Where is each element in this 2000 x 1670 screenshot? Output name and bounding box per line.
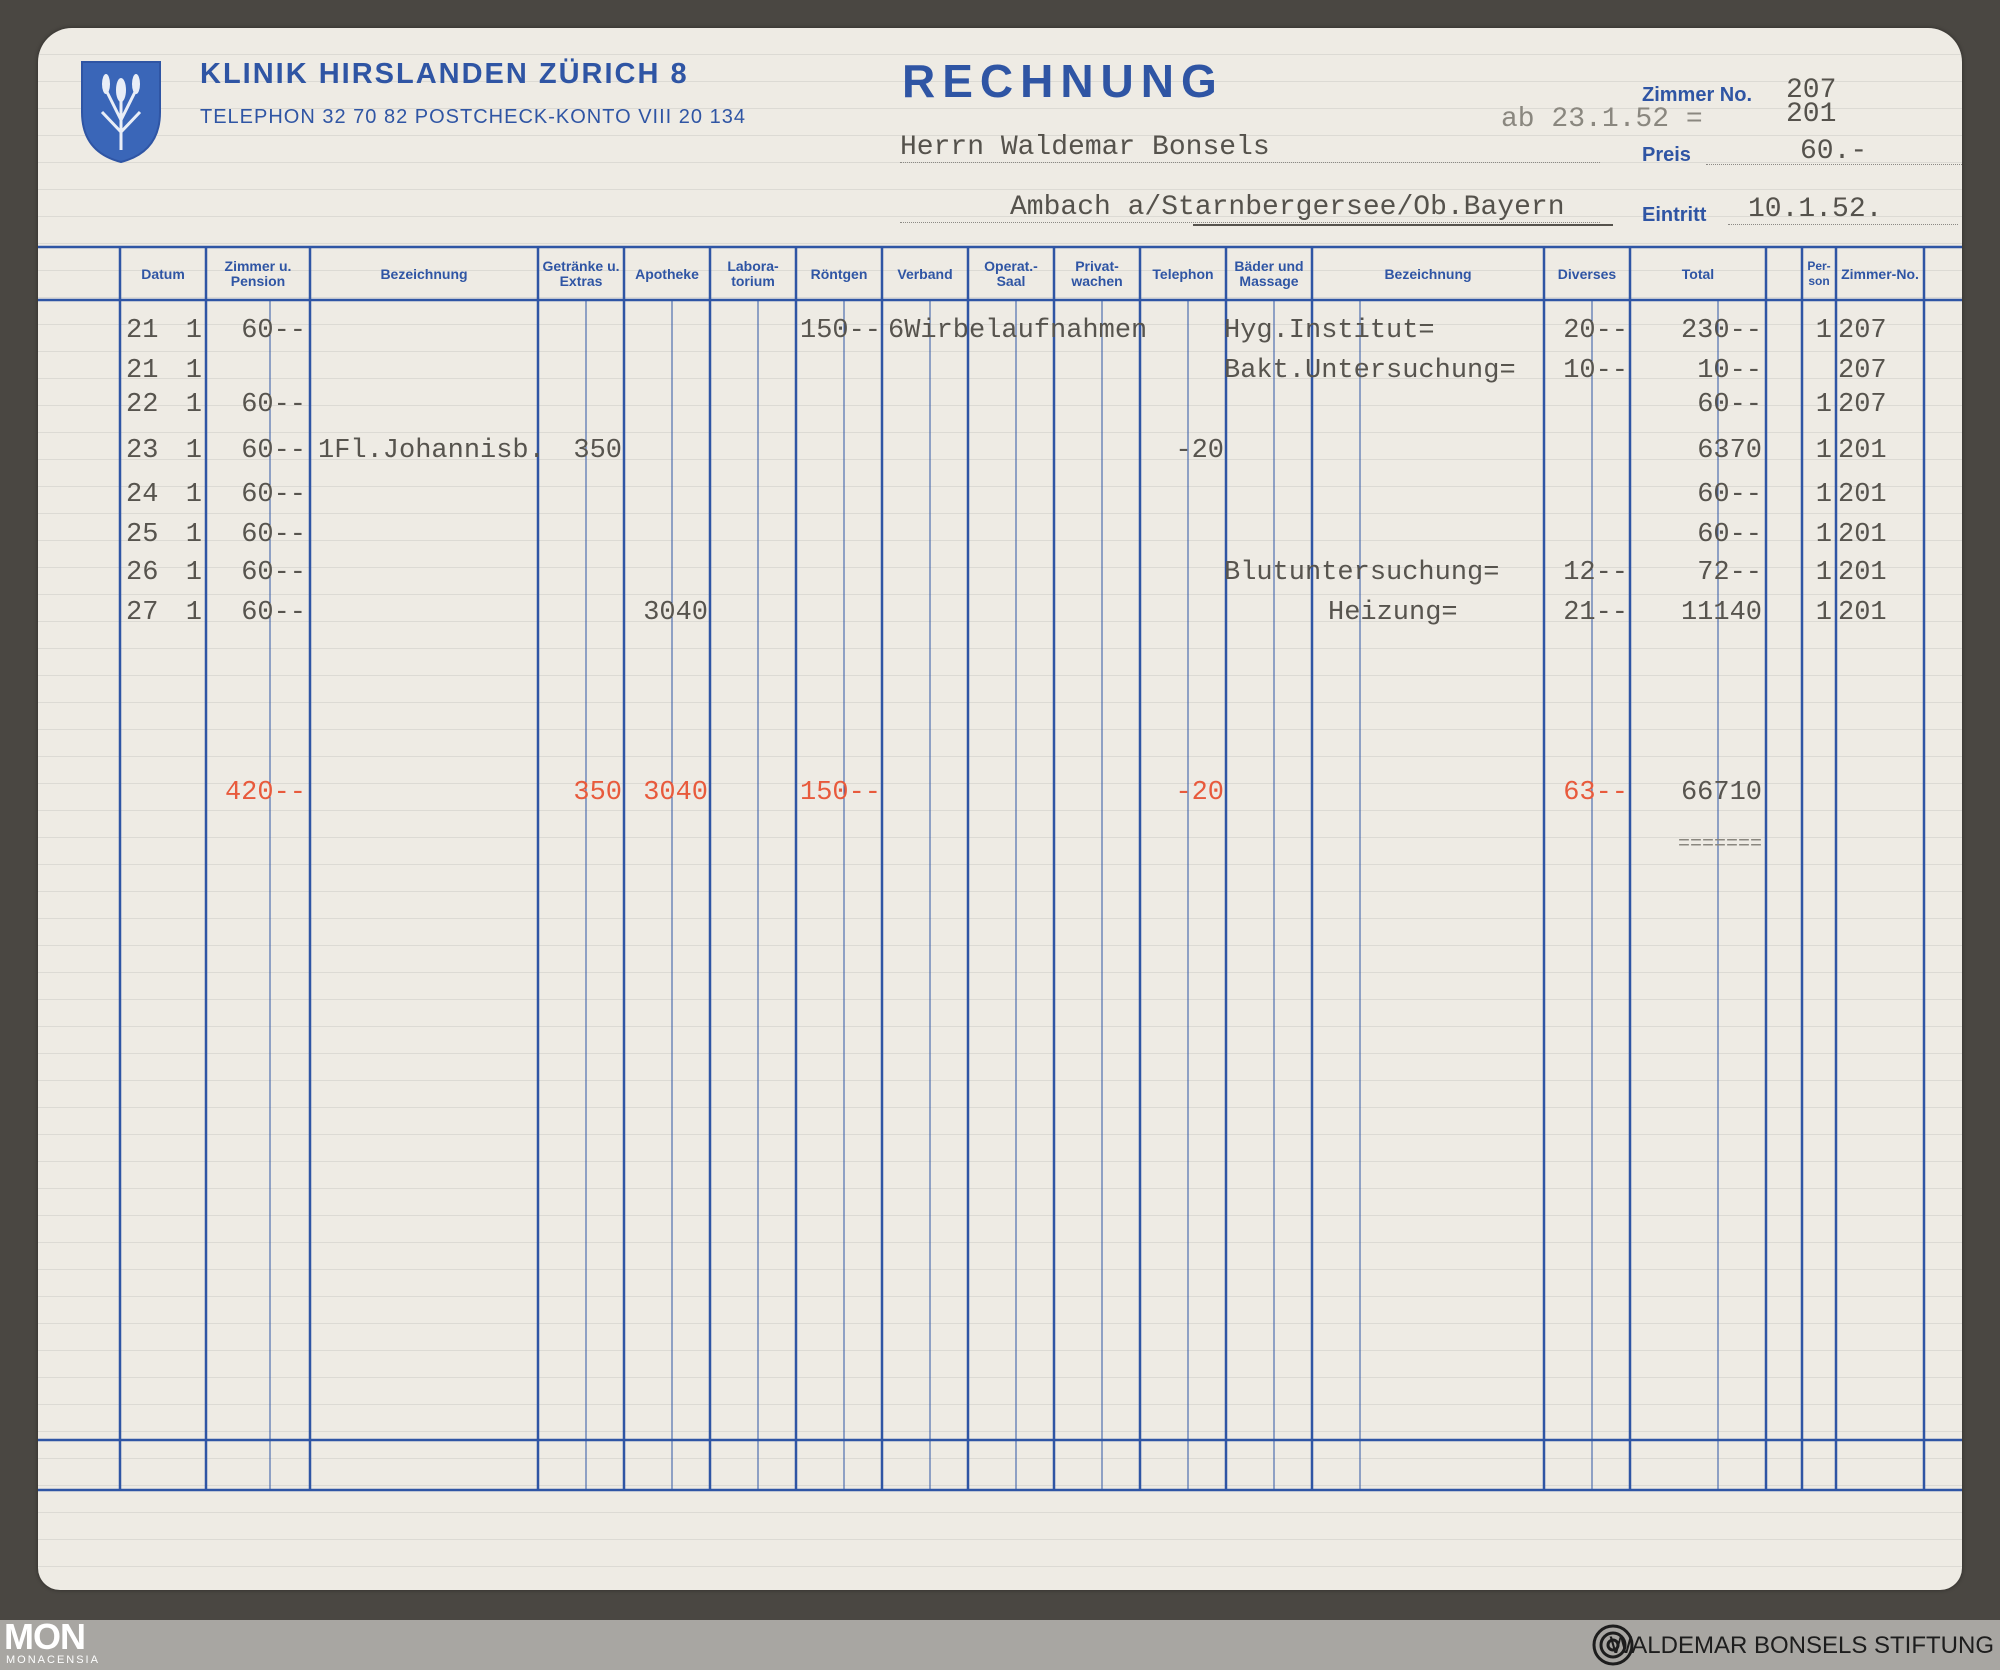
cell-day: 27 xyxy=(126,598,159,628)
cell-zimmer-no: 207 xyxy=(1838,390,1887,420)
col-header-verband: Verband xyxy=(897,265,953,282)
col-header-zimmer-pension: Zimmer u. Pension xyxy=(224,258,292,289)
monacensia-logo: MON xyxy=(4,1616,86,1657)
cell-person: 1 xyxy=(1815,520,1832,550)
cell-pension: 60-- xyxy=(241,480,306,510)
col-header-bezeichnung-2: Bezeichnung xyxy=(1384,265,1472,282)
col-header-laboratorium: Labora-torium xyxy=(727,258,779,289)
cell-diverses: 12-- xyxy=(1563,558,1628,588)
cell-month: 1 xyxy=(185,520,202,550)
col-header-baeder-massage: Bäder und Massage xyxy=(1234,258,1304,289)
cell-roentgen-note: 6Wirbelaufnahmen xyxy=(888,316,1148,346)
cell-pension: 60-- xyxy=(241,598,306,628)
cell-roentgen: 150-- xyxy=(800,316,882,346)
cell-person: 1 xyxy=(1815,316,1832,346)
col-header-person: Per-son xyxy=(1807,259,1831,288)
cell-month: 1 xyxy=(185,316,202,346)
cell-pension: 60-- xyxy=(241,520,306,550)
col-header-diverses: Diverses xyxy=(1557,265,1617,282)
cell-month: 1 xyxy=(185,598,202,628)
cell-diverses: 21-- xyxy=(1563,598,1628,628)
cell-day: 21 xyxy=(126,316,159,346)
cell-pension: 60-- xyxy=(241,558,306,588)
cell-day: 21 xyxy=(126,356,159,386)
cell-zimmer-no: 207 xyxy=(1838,316,1887,346)
total-getraenke: 350 xyxy=(573,778,622,808)
cell-zimmer-no: 201 xyxy=(1838,558,1887,588)
cell-total: 72-- xyxy=(1697,558,1762,588)
cell-bezeichnung-2: Hyg.Institut= xyxy=(1224,316,1435,346)
cell-day: 26 xyxy=(126,558,159,588)
total-diverses: 63-- xyxy=(1563,778,1628,808)
cell-zimmer-no: 201 xyxy=(1838,480,1887,510)
monacensia-logo-sub: MONACENSIA xyxy=(6,1654,100,1666)
total-apotheke: 3040 xyxy=(643,778,708,808)
cell-zimmer-no: 207 xyxy=(1838,356,1887,386)
cell-month: 1 xyxy=(185,558,202,588)
total-roentgen: 150-- xyxy=(800,778,882,808)
cell-person: 1 xyxy=(1815,436,1832,466)
cell-total: 10-- xyxy=(1697,356,1762,386)
cell-total: 60-- xyxy=(1697,520,1762,550)
cell-bezeichnung-1: 1Fl.Johannisb. xyxy=(318,436,545,466)
col-header-privatwachen: Privat-wachen xyxy=(1071,258,1123,289)
col-header-bezeichnung-1: Bezeichnung xyxy=(380,265,468,282)
total-double-underline: ======= xyxy=(1677,833,1762,856)
cell-apotheke: 3040 xyxy=(643,598,708,628)
cell-person: 1 xyxy=(1815,390,1832,420)
cell-person: 1 xyxy=(1815,598,1832,628)
cell-total: 60-- xyxy=(1697,390,1762,420)
cell-telephon: -20 xyxy=(1175,436,1224,466)
col-header-telephon: Telephon xyxy=(1152,265,1214,282)
cell-person: 1 xyxy=(1815,558,1832,588)
cell-person: 1 xyxy=(1815,480,1832,510)
cell-diverses: 10-- xyxy=(1563,356,1628,386)
cell-total: 6370 xyxy=(1697,436,1762,466)
col-header-apotheke: Apotheke xyxy=(635,265,699,282)
col-header-total: Total xyxy=(1681,265,1715,282)
cell-total: 11140 xyxy=(1680,598,1762,628)
cell-total: 230-- xyxy=(1680,316,1762,346)
col-header-getraenke: Getränke u. Extras xyxy=(542,258,620,289)
total-telephon: -20 xyxy=(1175,778,1224,808)
cell-month: 1 xyxy=(185,356,202,386)
cell-day: 24 xyxy=(126,480,159,510)
cell-bezeichnung-2: Heizung= xyxy=(1328,598,1458,628)
cell-zimmer-no: 201 xyxy=(1838,520,1887,550)
cell-pension: 60-- xyxy=(241,436,306,466)
foundation-name: WALDEMAR BONSELS STIFTUNG xyxy=(1609,1632,1995,1659)
cell-month: 1 xyxy=(185,436,202,466)
total-amount: 66710 xyxy=(1680,778,1762,808)
cell-day: 23 xyxy=(126,436,159,466)
cell-total: 60-- xyxy=(1697,480,1762,510)
cell-bezeichnung-2: Bakt.Untersuchung= xyxy=(1224,356,1516,386)
cell-pension: 60-- xyxy=(241,390,306,420)
cell-zimmer-no: 201 xyxy=(1838,436,1887,466)
cell-month: 1 xyxy=(185,390,202,420)
cell-day: 25 xyxy=(126,520,159,550)
cell-pension: 60-- xyxy=(241,316,306,346)
cell-month: 1 xyxy=(185,480,202,510)
cell-bezeichnung-2: Blutuntersuchung= xyxy=(1224,558,1500,588)
total-pension: 420-- xyxy=(224,778,306,808)
cell-day: 22 xyxy=(126,390,159,420)
cell-getraenke: 350 xyxy=(573,436,622,466)
col-header-datum: Datum xyxy=(141,265,185,282)
col-header-zimmer-no: Zimmer-No. xyxy=(1841,265,1919,282)
cell-zimmer-no: 201 xyxy=(1838,598,1887,628)
col-header-roentgen: Röntgen xyxy=(810,265,868,282)
col-header-operat-saal: Operat.- Saal xyxy=(984,258,1038,289)
invoice-paper: KLINIK HIRSLANDEN ZÜRICH 8 TELEPHON 32 7… xyxy=(38,28,1962,1590)
cell-diverses: 20-- xyxy=(1563,316,1628,346)
